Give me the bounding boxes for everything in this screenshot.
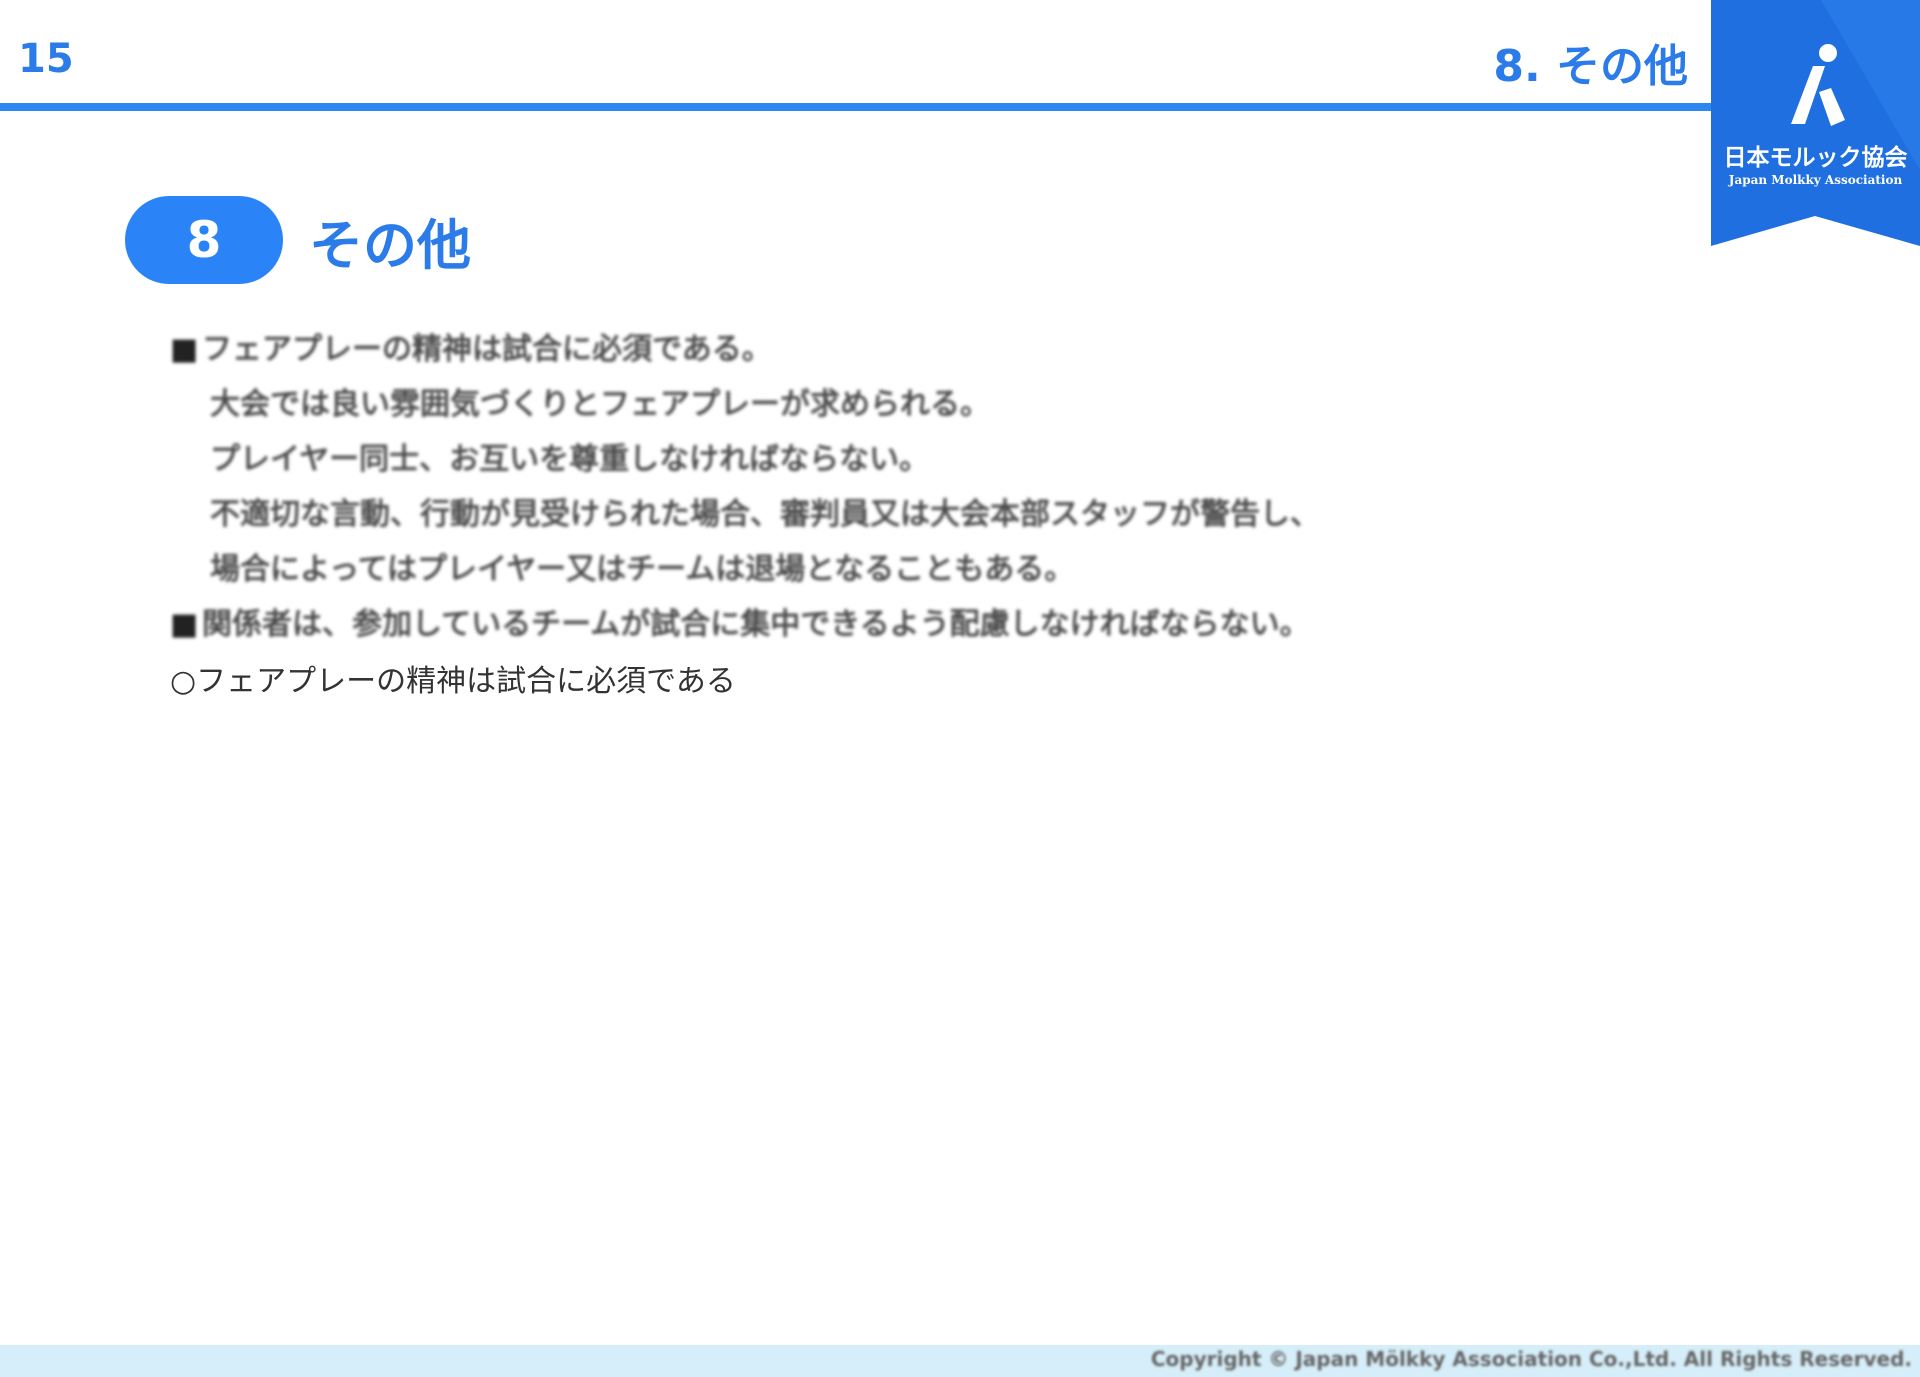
slide-page: 15 8. その他 日本モルック協会 Japan Molkky Associat… [0, 0, 1920, 1377]
body-line-6: ■ 関係者は、参加しているチームが試合に集中できるよう配慮しなければならない。 [170, 603, 1470, 658]
overflow-text-line: ○フェアプレーの精神は試合に必須である [170, 664, 736, 696]
association-logo: 日本モルック協会 Japan Molkky Association [1711, 0, 1920, 246]
bullet-square-icon: ■ [170, 607, 199, 642]
section-heading: 8 その他 [125, 196, 471, 284]
body-line-5: 場合によってはプレイヤー又はチームは退場となることもある。 [210, 552, 1075, 587]
body-line-4: 不適切な言動、行動が見受けられた場合、審判員又は大会本部スタッフが警告し、 [210, 497, 1320, 532]
section-title: その他 [309, 213, 471, 277]
body-line-1: ■ フェアプレーの精神は試合に必須である。 [170, 328, 1470, 383]
body-text: ■ フェアプレーの精神は試合に必須である。 大会では良い雰囲気づくりとフェアプレー… [170, 328, 1470, 658]
section-number-badge: 8 [125, 196, 283, 284]
bullet-square-icon: ■ [170, 332, 199, 367]
body-line-3: プレイヤー同士、お互いを尊重しなければならない。 [210, 442, 930, 477]
header-divider [0, 103, 1712, 111]
logo-name: 日本モルック協会 [1723, 145, 1908, 171]
copyright-text: Copyright © Japan Mölkky Association Co.… [1150, 1347, 1912, 1371]
footer-bar: Copyright © Japan Mölkky Association Co.… [0, 1345, 1920, 1377]
page-number: 15 [18, 36, 74, 82]
header-title: 8. その他 [1493, 41, 1688, 92]
body-line-2: 大会では良い雰囲気づくりとフェアプレーが求められる。 [210, 387, 990, 422]
logo-banner-shape [1711, 0, 1920, 246]
logo-subtitle: Japan Molkky Association [1728, 173, 1903, 187]
